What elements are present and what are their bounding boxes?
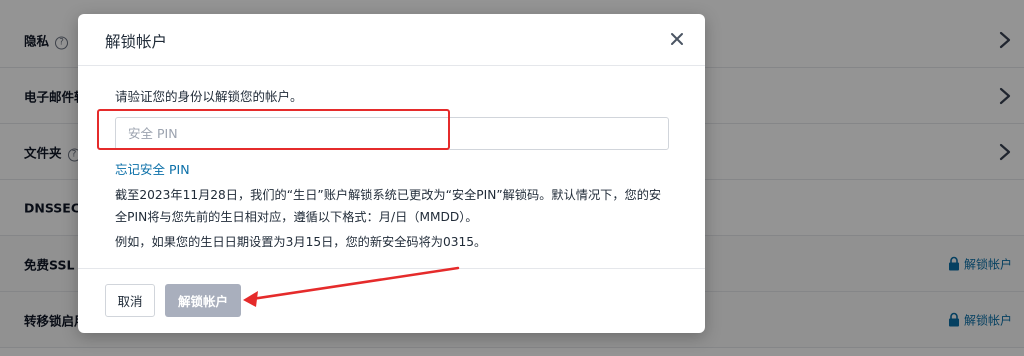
cancel-button[interactable]: 取消 <box>105 284 155 317</box>
forgot-pin-link[interactable]: 忘记安全 PIN <box>115 159 190 178</box>
security-pin-input[interactable] <box>115 117 669 150</box>
dialog-footer: 取消 解锁帐户 <box>78 268 705 333</box>
pin-example-text: 例如，如果您的生日日期设置为3月15日，您的新安全码将为0315。 <box>115 235 487 249</box>
instruction-text: 请验证您的身份以解锁您的帐户。 <box>115 89 303 104</box>
close-icon[interactable] <box>669 31 685 47</box>
pin-notice-text: 截至2023年11月28日，我们的“生日”账户解锁系统已更改为“安全PIN”解锁… <box>115 188 662 224</box>
unlock-account-dialog: 解锁帐户 请验证您的身份以解锁您的帐户。 忘记安全 PIN 截至2023年11月… <box>78 14 705 333</box>
unlock-account-button[interactable]: 解锁帐户 <box>165 284 241 317</box>
dialog-body: 请验证您的身份以解锁您的帐户。 忘记安全 PIN 截至2023年11月28日，我… <box>78 66 705 268</box>
dialog-header: 解锁帐户 <box>78 14 705 66</box>
dialog-title: 解锁帐户 <box>105 33 168 51</box>
